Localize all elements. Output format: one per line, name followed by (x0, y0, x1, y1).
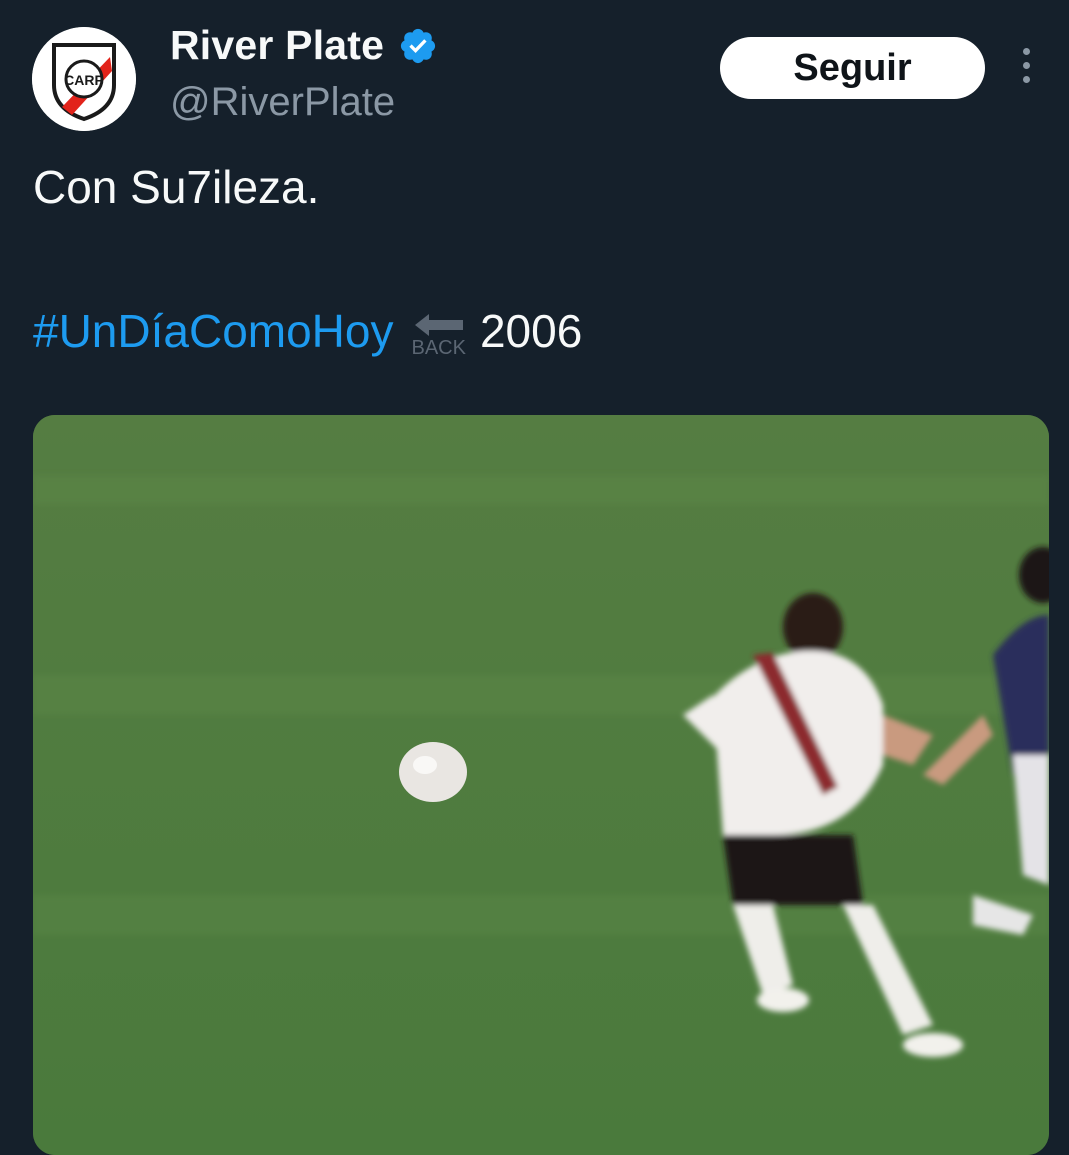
video-frame-image (33, 415, 1049, 1155)
tweet-year: 2006 (479, 305, 583, 357)
river-plate-crest: CARP (32, 27, 136, 131)
back-emoji-label: BACK (411, 337, 466, 359)
name-row: River Plate (170, 22, 438, 69)
ball (399, 742, 467, 802)
tweet-text: Con Su7ileza. (33, 161, 320, 213)
profile-avatar[interactable]: CARP (32, 27, 136, 131)
tweet-video-media[interactable] (33, 415, 1049, 1155)
avatar-monogram: CARP (64, 72, 104, 88)
verified-badge-icon (401, 28, 436, 63)
user-handle[interactable]: @RiverPlate (170, 80, 395, 125)
follow-button[interactable]: Seguir (720, 37, 985, 99)
hashtag-link[interactable]: #UnDíaComoHoy (33, 304, 393, 358)
more-options-icon[interactable] (1016, 48, 1036, 92)
tweet-hashtag-line: #UnDíaComoHoy BACK 2006 (33, 304, 582, 358)
display-name[interactable]: River Plate (170, 22, 384, 69)
back-arrow-emoji-icon: BACK (411, 312, 466, 359)
